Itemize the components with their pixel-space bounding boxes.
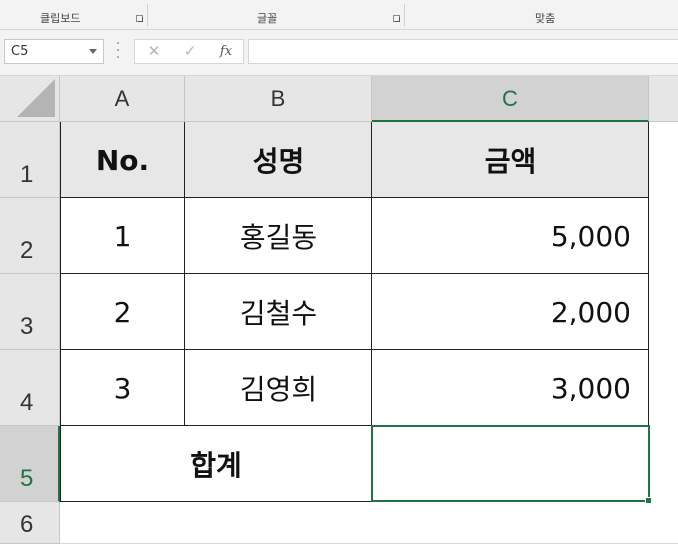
- table-border: [60, 197, 649, 198]
- row-header-3[interactable]: 3: [0, 274, 60, 350]
- select-all-button[interactable]: [0, 76, 60, 122]
- more-options-icon[interactable]: · · ·: [114, 37, 122, 65]
- clipboard-dialog-launcher-icon[interactable]: [136, 15, 143, 22]
- formula-input[interactable]: [248, 39, 678, 64]
- insert-function-icon[interactable]: fx: [211, 40, 241, 63]
- table-border: [60, 349, 649, 350]
- column-header-d[interactable]: [649, 76, 678, 122]
- alignment-group-label: 맞춤: [535, 12, 556, 25]
- cell-c4[interactable]: 3,000: [372, 350, 649, 426]
- cell-c3[interactable]: 2,000: [372, 274, 649, 350]
- cell-c2[interactable]: 5,000: [372, 198, 649, 274]
- cell-b3[interactable]: 김철수: [185, 274, 372, 350]
- row-header-1[interactable]: 1: [0, 122, 60, 198]
- ribbon-separator: [147, 4, 148, 26]
- column-header-a[interactable]: A: [60, 76, 185, 122]
- cell-b4[interactable]: 김영희: [185, 350, 372, 426]
- header-cell-name[interactable]: 성명: [185, 122, 372, 198]
- formula-bar: C5 · · · ✕ ✓ fx: [0, 30, 678, 76]
- header-cell-no[interactable]: No.: [60, 122, 185, 198]
- cell-a3[interactable]: 2: [60, 274, 185, 350]
- column-header-c[interactable]: C: [372, 76, 649, 122]
- row-number: 3: [20, 313, 34, 340]
- row-header-4[interactable]: 4: [0, 350, 60, 426]
- ribbon-separator: [404, 4, 405, 26]
- row-header-5[interactable]: 5: [0, 426, 60, 502]
- chevron-down-icon[interactable]: [89, 49, 97, 54]
- font-group-label: 글꼴: [257, 12, 278, 25]
- row-number: 4: [20, 389, 34, 416]
- cell-a2[interactable]: 1: [60, 198, 185, 274]
- fill-handle[interactable]: [645, 497, 652, 504]
- font-dialog-launcher-icon[interactable]: [393, 15, 400, 22]
- table-border: [184, 122, 185, 426]
- active-cell-selection: [371, 425, 650, 502]
- row-number: 6: [20, 511, 34, 538]
- table-border: [60, 122, 61, 502]
- row-number: 2: [20, 237, 34, 264]
- cancel-icon[interactable]: ✕: [139, 40, 169, 63]
- select-all-icon: [17, 79, 55, 117]
- worksheet-grid: A B C 1 2 3 4 5 6 No. 성명 금액 1 홍길동 5,000 …: [0, 76, 678, 544]
- column-header-b[interactable]: B: [185, 76, 372, 122]
- row-number: 5: [20, 465, 34, 492]
- cell-a4[interactable]: 3: [60, 350, 185, 426]
- header-cell-amount[interactable]: 금액: [372, 122, 649, 198]
- total-label-cell[interactable]: 합계: [60, 426, 372, 502]
- table-border: [60, 273, 649, 274]
- ribbon-group-labels: 클립보드 글꼴 맞춤: [0, 0, 678, 30]
- row-header-2[interactable]: 2: [0, 198, 60, 274]
- row-header-6[interactable]: 6: [0, 502, 60, 544]
- enter-check-icon[interactable]: ✓: [175, 40, 205, 63]
- row-number: 1: [20, 161, 34, 188]
- name-box[interactable]: C5: [4, 39, 104, 64]
- formula-buttons: ✕ ✓ fx: [134, 39, 244, 64]
- name-box-value: C5: [11, 44, 29, 59]
- clipboard-group-label: 클립보드: [40, 12, 81, 25]
- cell-b2[interactable]: 홍길동: [185, 198, 372, 274]
